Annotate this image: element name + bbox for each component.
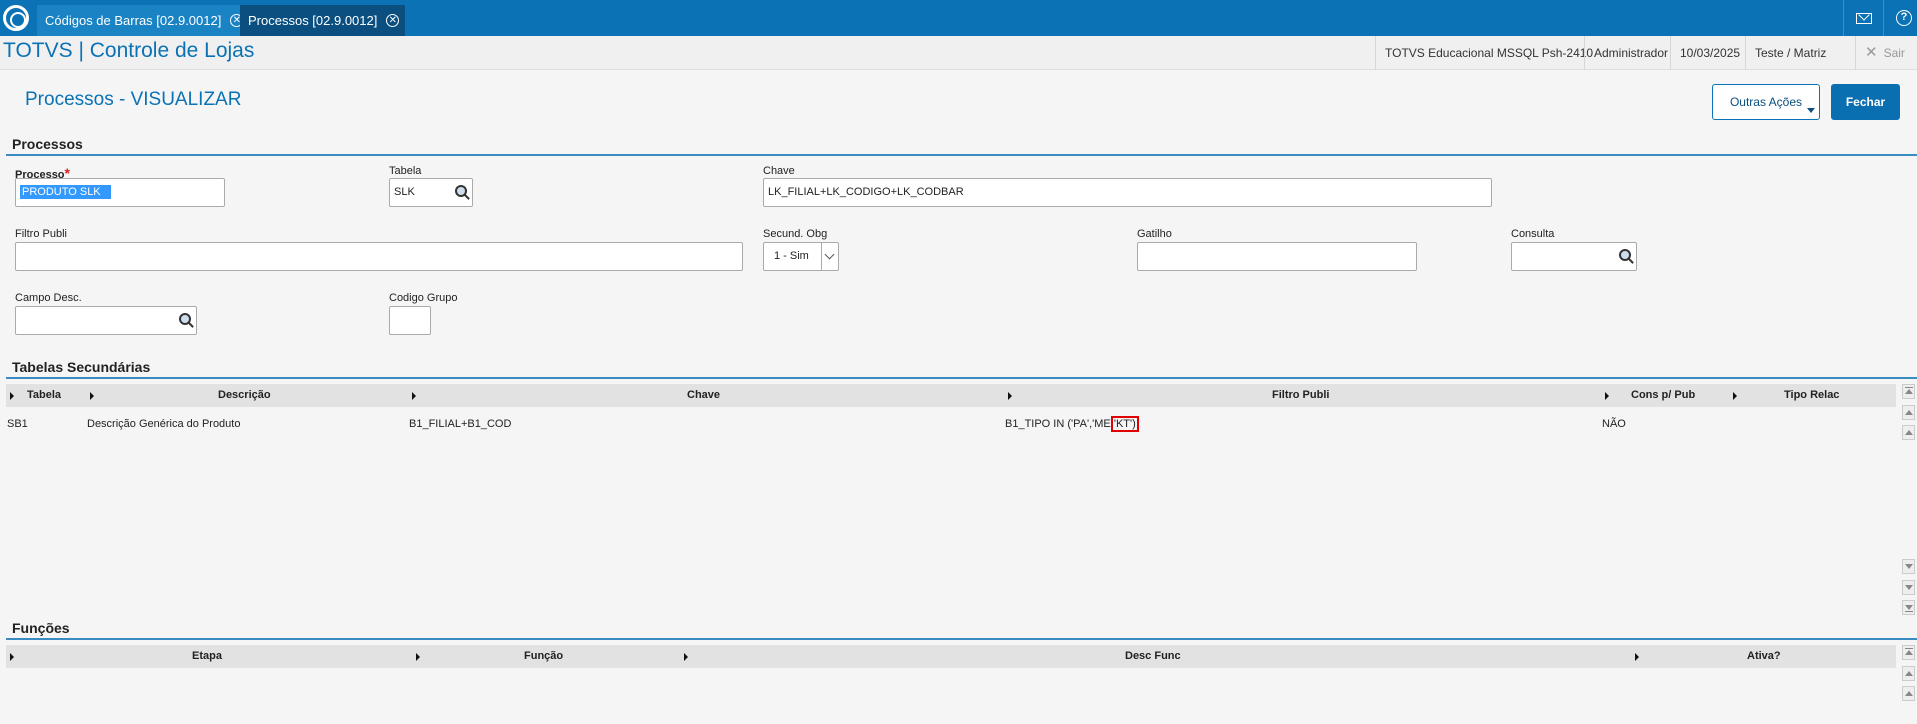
app-title: TOTVS | Controle de Lojas: [3, 39, 255, 62]
column-header-funcao[interactable]: Função: [524, 645, 563, 668]
section-title-tabelas-secundarias: Tabelas Secundárias: [12, 359, 151, 375]
help-button[interactable]: ?: [1883, 0, 1917, 36]
other-actions-button[interactable]: Outras Ações: [1712, 84, 1820, 120]
column-header-filtro-publi[interactable]: Filtro Publi: [1272, 384, 1329, 407]
processo-field[interactable]: PRODUTO SLK: [15, 178, 225, 207]
logout-label: Sair: [1883, 46, 1905, 60]
gatilho-label: Gatilho: [1137, 228, 1172, 240]
column-header-desc-func[interactable]: Desc Func: [1125, 645, 1181, 668]
column-header-tipo-relac[interactable]: Tipo Relac: [1784, 384, 1839, 407]
page-title: Processos - VISUALIZAR: [25, 89, 242, 110]
processo-value: PRODUTO SLK: [20, 185, 111, 199]
search-icon[interactable]: [455, 185, 467, 197]
mail-button[interactable]: [1843, 0, 1883, 36]
scroll-page-down-button[interactable]: [1902, 559, 1915, 574]
column-arrow-icon[interactable]: [1008, 392, 1012, 400]
secund-obg-value: 1 - Sim: [774, 250, 809, 262]
app-header: TOTVS | Controle de Lojas TOTVS Educacio…: [0, 36, 1917, 70]
column-arrow-icon[interactable]: [1635, 653, 1639, 661]
filtro-publi-field[interactable]: [15, 242, 743, 271]
column-arrow-icon[interactable]: [1733, 392, 1737, 400]
highlighted-text: 'KT'): [1110, 416, 1139, 432]
search-icon[interactable]: [1619, 249, 1631, 261]
grid-header-funcoes: Etapa Função Desc Func Ativa?: [6, 645, 1896, 668]
search-icon[interactable]: [179, 313, 191, 325]
scroll-top-button[interactable]: [1902, 645, 1915, 660]
tabela-value: SLK: [394, 186, 415, 198]
tab-label: Códigos de Barras [02.9.0012]: [45, 13, 222, 28]
tabela-label: Tabela: [389, 165, 422, 177]
codigo-grupo-label: Codigo Grupo: [389, 292, 458, 304]
tab-codigos-de-barras[interactable]: Códigos de Barras [02.9.0012] ✕: [37, 5, 250, 36]
column-header-etapa[interactable]: Etapa: [192, 645, 222, 668]
column-header-chave[interactable]: Chave: [687, 384, 720, 407]
environment-label[interactable]: TOTVS Educacional MSSQL Psh-2410: [1375, 36, 1602, 70]
chave-field[interactable]: LK_FILIAL+LK_CODIGO+LK_CODBAR: [763, 178, 1492, 207]
scroll-page-up-button[interactable]: [1902, 425, 1915, 440]
scroll-page-up-button[interactable]: [1902, 686, 1915, 701]
caret-down-icon: [1807, 108, 1815, 113]
column-arrow-icon[interactable]: [10, 653, 14, 661]
codigo-grupo-field[interactable]: [389, 306, 431, 335]
close-button[interactable]: Fechar: [1831, 84, 1900, 120]
scroll-up-button[interactable]: [1902, 405, 1915, 420]
other-actions-label: Outras Ações: [1729, 95, 1803, 109]
filtro-publi-label: Filtro Publi: [15, 228, 67, 240]
consulta-field[interactable]: [1511, 242, 1637, 271]
close-icon: ✕: [1865, 44, 1878, 61]
scroll-down-button[interactable]: [1902, 580, 1915, 595]
column-arrow-icon[interactable]: [90, 392, 94, 400]
cell-filtro-publi: B1_TIPO IN ('PA','ME''KT'): [1005, 416, 1139, 432]
section-divider: [6, 377, 1917, 379]
section-divider: [6, 638, 1917, 640]
tab-processos[interactable]: Processos [02.9.0012] ✕: [240, 5, 406, 36]
branch-label[interactable]: Teste / Matriz: [1745, 36, 1835, 70]
user-label[interactable]: Administrador: [1584, 36, 1677, 70]
scroll-top-button[interactable]: [1902, 384, 1915, 399]
column-header-cons-pub[interactable]: Cons p/ Pub: [1631, 384, 1695, 407]
column-header-ativa[interactable]: Ativa?: [1747, 645, 1781, 668]
column-arrow-icon[interactable]: [684, 653, 688, 661]
tab-label: Processos [02.9.0012]: [248, 13, 378, 28]
column-arrow-icon[interactable]: [416, 653, 420, 661]
consulta-label: Consulta: [1511, 228, 1555, 240]
cell-descricao: Descrição Genérica do Produto: [87, 418, 241, 430]
cell-chave: B1_FILIAL+B1_COD: [409, 418, 512, 430]
chave-value: LK_FILIAL+LK_CODIGO+LK_CODBAR: [768, 186, 964, 198]
section-title-funcoes: Funções: [12, 620, 70, 636]
date-label[interactable]: 10/03/2025: [1670, 36, 1749, 70]
column-arrow-icon[interactable]: [412, 392, 416, 400]
secund-obg-select[interactable]: 1 - Sim: [763, 242, 839, 271]
tabela-field[interactable]: SLK: [389, 178, 473, 207]
scroll-bottom-button[interactable]: [1902, 600, 1915, 615]
campo-desc-label: Campo Desc.: [15, 292, 82, 304]
section-title-processos: Processos: [12, 136, 83, 152]
chevron-down-icon: [821, 243, 838, 270]
chave-label: Chave: [763, 165, 795, 177]
cell-tabela: SB1: [7, 418, 28, 430]
totvs-logo-icon[interactable]: [3, 5, 29, 31]
tab-bar: Códigos de Barras [02.9.0012] ✕ Processo…: [0, 0, 1917, 36]
close-icon[interactable]: ✕: [386, 14, 400, 27]
column-header-tabela[interactable]: Tabela: [27, 384, 61, 407]
logout-button[interactable]: ✕ Sair: [1855, 36, 1917, 70]
mail-icon: [1856, 13, 1872, 24]
grid-header-tabelas: Tabela Descrição Chave Filtro Publi Cons…: [6, 384, 1896, 407]
column-arrow-icon[interactable]: [10, 392, 14, 400]
secund-obg-label: Secund. Obg: [763, 228, 828, 240]
section-divider: [6, 154, 1917, 156]
scroll-up-button[interactable]: [1902, 666, 1915, 681]
help-icon: ?: [1896, 10, 1912, 26]
column-arrow-icon[interactable]: [1605, 392, 1609, 400]
column-header-descricao[interactable]: Descrição: [218, 384, 271, 407]
cell-cons-pub: NÃO: [1602, 418, 1626, 430]
campo-desc-field[interactable]: [15, 306, 197, 335]
gatilho-field[interactable]: [1137, 242, 1417, 271]
